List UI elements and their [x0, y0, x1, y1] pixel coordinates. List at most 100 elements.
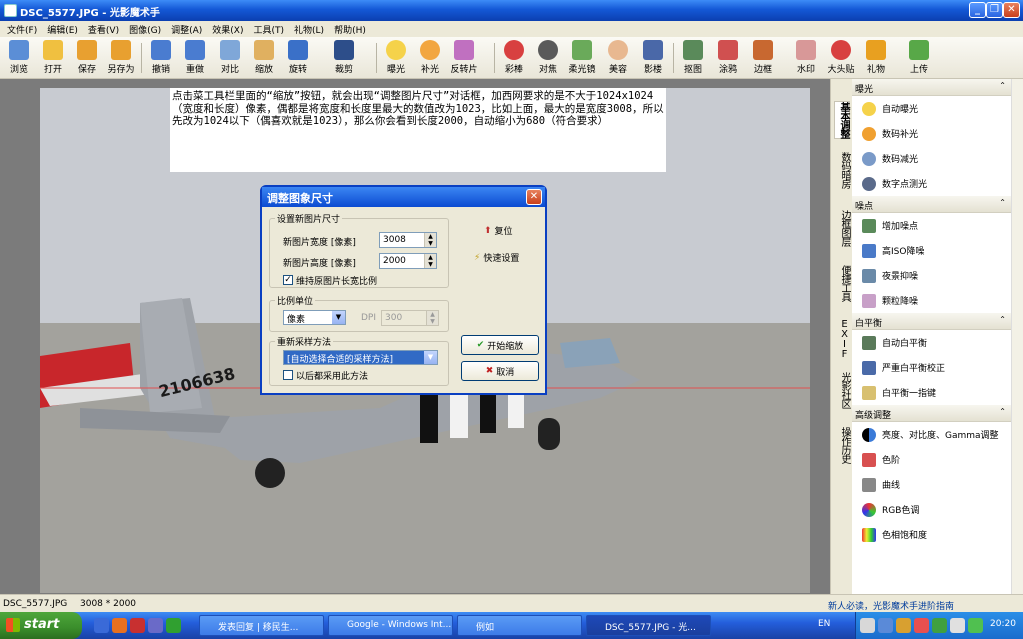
focus-button[interactable]: 对焦 — [531, 39, 565, 77]
panel-scrollbar[interactable] — [1011, 79, 1023, 594]
tab-basic-adjust[interactable]: 基本调整 — [834, 101, 850, 139]
spin-arrows-icon[interactable]: ▲ ▼ — [424, 233, 436, 247]
menu-edit[interactable]: 编辑(E) — [42, 23, 83, 36]
task-forum-reply[interactable]: 发表回复 | 移民生... — [199, 615, 324, 636]
tab-darkroom[interactable]: 数码暗房 — [834, 152, 850, 188]
resize-button[interactable]: 缩放 — [247, 39, 281, 77]
panel-item[interactable]: 严重白平衡校正 — [852, 355, 1011, 380]
panel-item[interactable]: 亮度、对比度、Gamma调整 — [852, 422, 1011, 447]
quick-setting-button[interactable]: ⚡ 快速设置 — [474, 251, 519, 265]
redo-button[interactable]: 重做 — [178, 39, 212, 77]
tray-icon[interactable] — [896, 618, 911, 633]
app-quicklaunch-icon[interactable] — [148, 618, 163, 633]
upload-button[interactable]: 上传 — [902, 39, 936, 77]
unit-select[interactable]: 像素 ▼ — [283, 310, 346, 325]
firefox-icon[interactable] — [112, 618, 127, 633]
app-quicklaunch-icon[interactable] — [166, 618, 181, 633]
collapse-icon[interactable]: ⌃ — [999, 315, 1006, 324]
panel-item[interactable]: 色阶 — [852, 447, 1011, 472]
dialog-close-button[interactable]: ✕ — [526, 189, 542, 205]
panel-item[interactable]: 增加噪点 — [852, 213, 1011, 238]
compare-button[interactable]: 对比 — [213, 39, 247, 77]
panel-item[interactable]: 色相饱和度 — [852, 522, 1011, 547]
open-button[interactable]: 打开 — [36, 39, 70, 77]
soft-focus-button[interactable]: 柔光镜 — [565, 39, 599, 77]
studio-button[interactable]: 影楼 — [636, 39, 670, 77]
tab-exif[interactable]: EXIF — [834, 319, 850, 359]
language-indicator[interactable]: EN — [818, 619, 830, 629]
width-input[interactable]: 3008 ▲ ▼ — [379, 232, 437, 248]
beauty-button[interactable]: 美容 — [601, 39, 635, 77]
start-resize-button[interactable]: ✔ 开始缩放 — [461, 335, 539, 355]
collapse-icon[interactable]: ⌃ — [999, 407, 1006, 416]
menu-help[interactable]: 帮助(H) — [329, 23, 371, 36]
menu-view[interactable]: 查看(V) — [83, 23, 124, 36]
network-icon[interactable] — [968, 618, 983, 633]
panel-item[interactable]: 数码补光 — [852, 121, 1011, 146]
menu-file[interactable]: 文件(F) — [2, 23, 42, 36]
panel-item[interactable]: 数码减光 — [852, 146, 1011, 171]
section-exposure[interactable]: 曝光 ⌃ — [852, 79, 1011, 96]
task-photo-editor[interactable]: DSC_5577.JPG - 光... — [586, 615, 711, 636]
height-input[interactable]: 2000 ▲ ▼ — [379, 253, 437, 269]
panel-item[interactable]: RGB色调 — [852, 497, 1011, 522]
photo-sticker-button[interactable]: 大头贴 — [824, 39, 858, 77]
panel-item[interactable]: 白平衡一指键 — [852, 380, 1011, 405]
menu-tools[interactable]: 工具(T) — [249, 23, 290, 36]
menu-adjust[interactable]: 调整(A) — [166, 23, 207, 36]
later-use-checkbox[interactable] — [283, 370, 293, 380]
reversal-film-button[interactable]: 反转片 — [447, 39, 481, 77]
section-noise[interactable]: 噪点 ⌃ — [852, 196, 1011, 213]
exposure-button[interactable]: 曝光 — [379, 39, 413, 77]
panel-item[interactable]: 颗粒降噪 — [852, 288, 1011, 313]
guide-link[interactable]: 新人必读，光影魔术手进阶指南 — [828, 599, 954, 612]
color-button[interactable]: 彩棒 — [497, 39, 531, 77]
panel-item[interactable]: 自动白平衡 — [852, 330, 1011, 355]
tab-tools[interactable]: 便捷工具 — [834, 265, 850, 301]
menu-gifts[interactable]: 礼物(L) — [289, 23, 329, 36]
clock[interactable]: 20:20 — [990, 619, 1016, 629]
start-button[interactable]: start — [0, 612, 82, 639]
tray-icon[interactable] — [878, 618, 893, 633]
frame-button[interactable]: 边框 — [746, 39, 780, 77]
collapse-icon[interactable]: ⌃ — [999, 198, 1006, 207]
resample-select[interactable]: [自动选择合适的采样方法] ▼ — [283, 350, 438, 365]
maximize-button[interactable]: ❐ — [986, 2, 1003, 18]
collapse-icon[interactable]: ⌃ — [999, 81, 1006, 90]
cutout-button[interactable]: 抠图 — [676, 39, 710, 77]
panel-item[interactable]: 曲线 — [852, 472, 1011, 497]
save-as-button[interactable]: 另存为 — [104, 39, 138, 77]
browse-button[interactable]: 浏览 — [2, 39, 36, 77]
tab-history[interactable]: 操作历史 — [834, 427, 850, 463]
speaker-icon[interactable] — [950, 618, 965, 633]
task-google-ie[interactable]: Google - Windows Int... — [328, 615, 453, 636]
task-folder-example[interactable]: 例如 — [457, 615, 582, 636]
cancel-button[interactable]: ✖ 取消 — [461, 361, 539, 381]
tray-icon[interactable] — [860, 618, 875, 633]
panel-item[interactable]: 数字点测光 — [852, 171, 1011, 196]
tab-frame-layer[interactable]: 边框图层 — [834, 210, 850, 246]
undo-button[interactable]: 撤销 — [144, 39, 178, 77]
menu-image[interactable]: 图像(G) — [124, 23, 166, 36]
keep-ratio-checkbox[interactable]: ✓ — [283, 275, 293, 285]
panel-item[interactable]: 自动曝光 — [852, 96, 1011, 121]
panel-item[interactable]: 夜景抑噪 — [852, 263, 1011, 288]
app-quicklaunch-icon[interactable] — [130, 618, 145, 633]
spin-arrows-icon[interactable]: ▲ ▼ — [424, 254, 436, 268]
section-advanced[interactable]: 高级调整 ⌃ — [852, 405, 1011, 422]
minimize-button[interactable]: _ — [969, 2, 986, 18]
tray-icon[interactable] — [914, 618, 929, 633]
doodle-button[interactable]: 涂鸦 — [711, 39, 745, 77]
close-button[interactable]: ✕ — [1003, 2, 1020, 18]
menu-effects[interactable]: 效果(X) — [207, 23, 248, 36]
crop-button[interactable]: 裁剪 — [327, 39, 361, 77]
rotate-button[interactable]: 旋转 — [281, 39, 315, 77]
ie-icon[interactable] — [94, 618, 109, 633]
section-white-balance[interactable]: 白平衡 ⌃ — [852, 313, 1011, 330]
panel-item[interactable]: 高ISO降噪 — [852, 238, 1011, 263]
tab-community[interactable]: 光影社区 — [834, 372, 850, 408]
save-button[interactable]: 保存 — [70, 39, 104, 77]
watermark-button[interactable]: 水印 — [789, 39, 823, 77]
fill-light-button[interactable]: 补光 — [413, 39, 447, 77]
gift-button[interactable]: 礼物 — [859, 39, 893, 77]
